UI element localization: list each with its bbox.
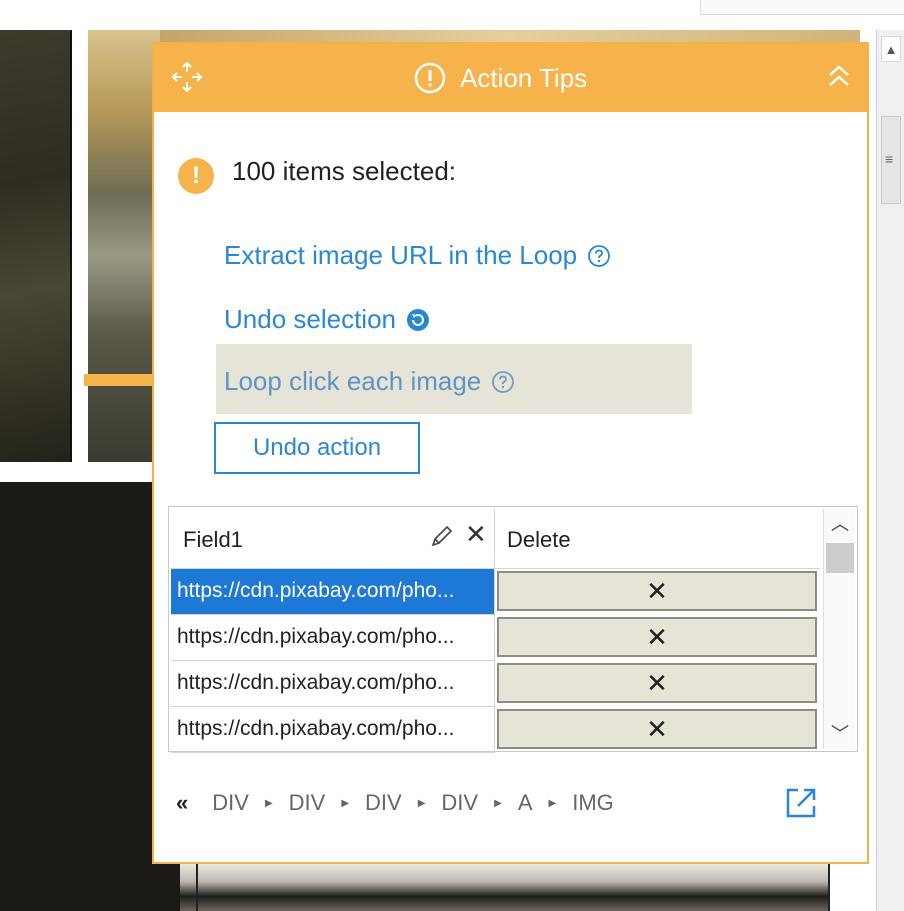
selected-count-text: 100 items selected: [232, 156, 457, 186]
page-scroll-thumb[interactable]: ≡ [881, 116, 901, 204]
table-header: Field1 ✕ Delete [171, 509, 821, 569]
table-row[interactable]: https://cdn.pixabay.com/pho... ✕ [171, 661, 821, 707]
undo-selection-link[interactable]: Undo selection [224, 304, 430, 335]
browser-top-bar [0, 0, 904, 30]
triangle-right-icon: ▶ [341, 797, 350, 809]
page-scroll-up-icon[interactable]: ▲ [881, 36, 901, 62]
page-scrollbar[interactable]: ▲ ≡ [876, 30, 904, 911]
url-cell[interactable]: https://cdn.pixabay.com/pho... [171, 615, 495, 661]
triangle-right-icon: ▶ [494, 797, 502, 809]
breadcrumb-item[interactable]: IMG [572, 790, 614, 816]
url-cell[interactable]: https://cdn.pixabay.com/pho... [171, 661, 495, 707]
question-circle-icon[interactable] [587, 244, 611, 268]
url-cell[interactable]: https://cdn.pixabay.com/pho... [171, 569, 495, 615]
warning-icon: ! [178, 158, 214, 194]
table-scroll-thumb[interactable] [826, 543, 854, 573]
breadcrumb-item[interactable]: DIV [289, 790, 326, 816]
table-row[interactable]: https://cdn.pixabay.com/pho... ✕ [171, 707, 821, 753]
question-circle-icon[interactable] [491, 370, 515, 394]
loop-click-label: Loop click each image [224, 366, 482, 396]
column-header-label: Delete [507, 527, 571, 552]
delete-row-button[interactable]: ✕ [497, 571, 817, 611]
chevron-up-icon[interactable]: ︿ [824, 509, 856, 539]
extracted-data-table: Field1 ✕ Delete https://cdn.pixabay.com/… [168, 506, 858, 753]
action-tips-panel: Action Tips ! 100 items selected: Extrac… [152, 42, 869, 864]
delete-row-button[interactable]: ✕ [497, 617, 817, 657]
breadcrumb-item[interactable]: DIV [441, 790, 478, 816]
table-row[interactable]: https://cdn.pixabay.com/pho... ✕ [171, 569, 821, 615]
panel-title: Action Tips [460, 62, 588, 93]
breadcrumb-item[interactable]: DIV [212, 790, 249, 816]
top-bar-element [700, 0, 904, 15]
close-icon[interactable]: ✕ [465, 519, 487, 549]
delete-row-button[interactable]: ✕ [497, 709, 817, 749]
breadcrumb-item[interactable]: DIV [365, 790, 402, 816]
open-external-icon[interactable] [784, 786, 818, 820]
loop-click-highlight[interactable]: Loop click each image [216, 344, 692, 414]
delete-row-button[interactable]: ✕ [497, 663, 817, 703]
loop-click-each-image-link[interactable]: Loop click each image [224, 366, 515, 397]
chevron-down-icon[interactable]: ﹀ [824, 719, 856, 749]
info-icon [414, 62, 446, 94]
table-row[interactable]: https://cdn.pixabay.com/pho... ✕ [171, 615, 821, 661]
collapse-icon[interactable] [826, 62, 852, 90]
background-photo-left [0, 30, 72, 462]
panel-header: Action Tips [154, 44, 867, 112]
extract-link-label: Extract image URL in the Loop [224, 240, 578, 270]
triangle-right-icon: ▶ [417, 797, 426, 809]
extract-image-url-link[interactable]: Extract image URL in the Loop [224, 240, 611, 271]
table-scrollbar[interactable]: ︿ ﹀ [823, 509, 855, 749]
breadcrumb-item[interactable]: A [518, 790, 533, 816]
expand-path-icon[interactable]: « [176, 790, 188, 816]
element-path-breadcrumb: « DIV ▶ DIV ▶ DIV ▶ DIV ▶ A ▶ IMG [176, 790, 630, 816]
background-photo-frame [196, 862, 830, 911]
move-icon[interactable] [170, 60, 204, 94]
column-header-field1[interactable]: Field1 ✕ [171, 509, 495, 569]
url-cell[interactable]: https://cdn.pixabay.com/pho... [171, 707, 495, 753]
column-header-delete: Delete [495, 509, 821, 569]
triangle-right-icon: ▶ [548, 797, 557, 809]
undo-action-button[interactable]: Undo action [214, 422, 420, 474]
undo-icon[interactable] [406, 308, 430, 332]
panel-title-group: Action Tips [414, 44, 587, 112]
pencil-icon[interactable] [429, 523, 455, 549]
undo-selection-label: Undo selection [224, 304, 396, 334]
triangle-right-icon: ▶ [264, 797, 273, 809]
column-header-label: Field1 [183, 527, 243, 552]
